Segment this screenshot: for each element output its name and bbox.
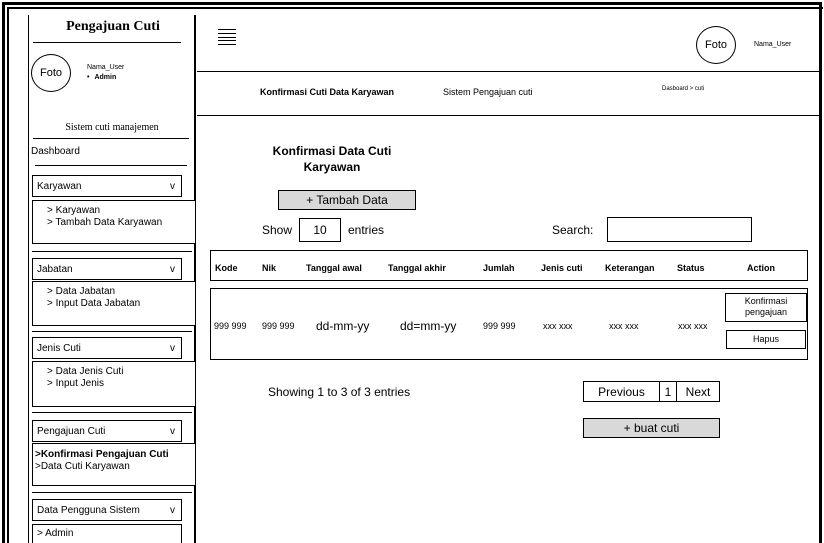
chevron-down-icon: v: [170, 180, 175, 192]
submenu-jabatan: > Data Jabatan > Input Data Jabatan: [32, 281, 196, 326]
submenu-item-input-jenis[interactable]: > Input Jenis: [47, 378, 195, 390]
column-header: Tanggal akhir: [388, 263, 446, 273]
user-name: Nama_User: [87, 64, 125, 71]
app-title: Pengajuan Cuti: [66, 19, 160, 34]
sidebar-item-label: Karyawan: [37, 180, 82, 192]
sidebar-item-dashboard[interactable]: Dashboard: [31, 146, 80, 157]
avatar[interactable]: Foto: [31, 54, 71, 92]
sidebar-item-jabatan[interactable]: Jabatan v: [32, 258, 182, 280]
column-header: Jumlah: [483, 263, 515, 273]
breadcrumb[interactable]: Dasboard > cuti: [662, 86, 704, 92]
hamburger-icon[interactable]: [218, 29, 236, 45]
column-header: Tanggal awal: [306, 263, 362, 273]
search-input[interactable]: [607, 217, 752, 242]
pagination-page[interactable]: 1: [660, 382, 677, 401]
sidebar-subtitle: Sistem cuti manajemen: [65, 122, 159, 133]
tambah-data-button[interactable]: + Tambah Data: [278, 190, 416, 210]
cell-status: xxx xxx: [678, 321, 708, 331]
submenu-item-data-jabatan[interactable]: > Data Jabatan: [47, 286, 195, 298]
sidebar: Pengajuan Cuti Foto Nama_User Admin Sist…: [28, 15, 196, 543]
cell-kode: 999 999: [214, 321, 247, 331]
entries-label: entries: [348, 223, 385, 237]
column-header: Keterangan: [605, 263, 655, 273]
user-role-label: Admin: [94, 74, 117, 81]
sidebar-item-label: Jenis Cuti: [37, 342, 81, 354]
submenu-karyawan: > Karyawan > Tambah Data Karyawan: [32, 200, 196, 244]
konfirmasi-button[interactable]: Konfirmasi pengajuan: [725, 293, 807, 322]
sidebar-item-pengajuan-cuti[interactable]: Pengajuan Cuti v: [32, 420, 182, 442]
column-header: Nik: [262, 263, 277, 273]
submenu-item-admin[interactable]: > Admin: [37, 528, 181, 539]
divider: [35, 165, 187, 166]
chevron-down-icon: v: [170, 425, 175, 437]
submenu-jenis-cuti: > Data Jenis Cuti > Input Jenis: [32, 361, 196, 407]
divider: [32, 412, 192, 413]
sidebar-item-label: Pengajuan Cuti: [37, 425, 106, 437]
breadcrumb-page: Konfirmasi Cuti Data Karyawan: [260, 87, 395, 97]
page-title: Konfirmasi Data Cuti Karyawan: [272, 144, 392, 174]
divider: [32, 251, 192, 252]
divider: [33, 138, 189, 139]
cell-tanggal-awal: dd-mm-yy: [316, 319, 370, 333]
show-label: Show: [262, 223, 293, 237]
pagination-previous[interactable]: Previous: [584, 382, 660, 401]
entries-info: Showing 1 to 3 of 3 entries: [268, 385, 411, 399]
divider: [197, 115, 819, 116]
cell-keterangan: xxx xxx: [609, 321, 639, 331]
divider: [197, 71, 819, 72]
submenu-pengajuan-cuti: >Konfirmasi Pengajuan Cuti >Data Cuti Ka…: [32, 443, 196, 486]
cell-tanggal-akhir: dd=mm-yy: [400, 319, 457, 333]
submenu-data-pengguna: > Admin: [32, 524, 182, 543]
column-header: Jenis cuti: [541, 263, 583, 273]
buat-cuti-button[interactable]: + buat cuti: [583, 418, 720, 438]
divider: [32, 492, 192, 493]
sidebar-item-jenis-cuti[interactable]: Jenis Cuti v: [32, 337, 182, 359]
submenu-item-konfirmasi-pengajuan[interactable]: >Konfirmasi Pengajuan Cuti: [35, 449, 195, 461]
chevron-down-icon: v: [170, 504, 175, 516]
hapus-button[interactable]: Hapus: [726, 330, 806, 349]
cell-jumlah: 999 999: [483, 321, 516, 331]
column-header: Action: [747, 263, 775, 273]
sidebar-item-label: Data Pengguna Sistem: [37, 504, 140, 516]
sidebar-item-label: Jabatan: [37, 263, 73, 275]
breadcrumb-system: Sistem Pengajuan cuti: [443, 87, 533, 97]
cell-jenis-cuti: xxx xxx: [543, 321, 573, 331]
submenu-item-data-cuti-karyawan[interactable]: >Data Cuti Karyawan: [35, 461, 195, 473]
divider: [33, 42, 181, 43]
pagination-next[interactable]: Next: [677, 382, 719, 401]
search-label: Search:: [552, 223, 594, 237]
entries-select[interactable]: 10: [299, 218, 341, 242]
submenu-item-karyawan[interactable]: > Karyawan: [47, 205, 195, 217]
sidebar-item-karyawan[interactable]: Karyawan v: [32, 175, 182, 197]
column-header: Kode: [215, 263, 238, 273]
chevron-down-icon: v: [170, 263, 175, 275]
top-avatar[interactable]: Foto: [696, 26, 736, 64]
chevron-down-icon: v: [170, 342, 175, 354]
submenu-item-tambah-karyawan[interactable]: > Tambah Data Karyawan: [47, 217, 195, 229]
pagination: Previous 1 Next: [583, 381, 720, 402]
user-role: Admin: [87, 74, 116, 81]
submenu-item-input-jabatan[interactable]: > Input Data Jabatan: [47, 298, 195, 310]
divider: [32, 331, 192, 332]
top-user-name[interactable]: Nama_User: [754, 41, 791, 48]
column-header: Status: [677, 263, 705, 273]
sidebar-item-data-pengguna[interactable]: Data Pengguna Sistem v: [32, 499, 182, 521]
submenu-item-data-jenis-cuti[interactable]: > Data Jenis Cuti: [47, 366, 195, 378]
cell-nik: 999 999: [262, 321, 295, 331]
